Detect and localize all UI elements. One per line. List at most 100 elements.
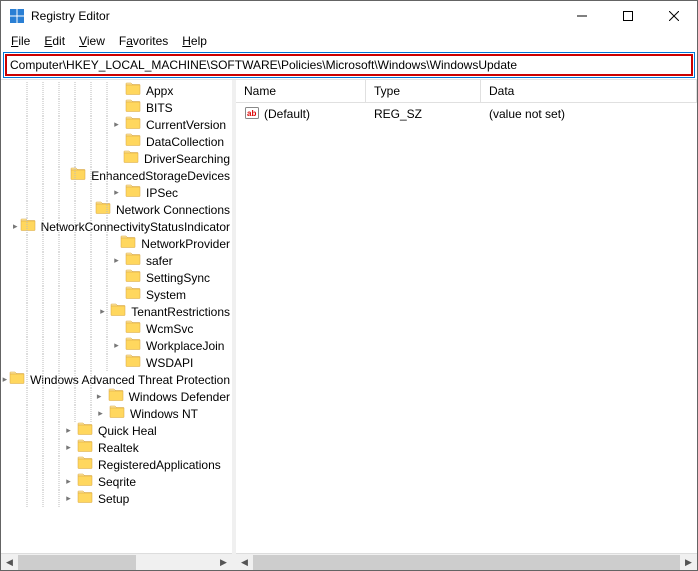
scroll-right-icon[interactable]: ▶ [215,554,232,571]
folder-icon [124,337,144,354]
column-header-data[interactable]: Data [481,80,697,102]
tree-item[interactable]: ▸ Windows Advanced Threat Protection [1,371,232,388]
column-header-name[interactable]: Name [236,80,366,102]
value-data: (value not set) [481,106,697,122]
tree-item[interactable]: ▸ WorkplaceJoin [1,337,232,354]
values-list: ab(Default)REG_SZ(value not set) [236,103,697,553]
folder-icon [124,286,144,303]
tree-item[interactable]: Network Connections [1,201,232,218]
folder-icon [76,439,96,456]
expander-icon[interactable]: ▸ [13,220,18,233]
tree-item[interactable]: ▸Realtek [1,439,232,456]
tree-item-label: System [144,288,188,302]
tree-item[interactable]: ▸Seqrite [1,473,232,490]
tree-item[interactable]: ▸ NetworkConnectivityStatusIndicator [1,218,232,235]
address-input[interactable] [10,58,688,72]
folder-icon [76,456,96,473]
tree-item[interactable]: ▸ safer [1,252,232,269]
tree-item-label: SettingSync [144,271,212,285]
scroll-right-icon[interactable]: ▶ [680,554,697,571]
tree-item[interactable]: RegisteredApplications [1,456,232,473]
tree-item[interactable]: ▸Windows Defender [1,388,232,405]
scroll-track[interactable] [253,554,680,571]
tree-item[interactable]: ▸Setup [1,490,232,507]
svg-text:ab: ab [247,109,256,118]
column-header-type[interactable]: Type [366,80,481,102]
menu-help[interactable]: Help [176,32,213,50]
expander-icon[interactable]: ▸ [62,441,75,454]
scroll-left-icon[interactable]: ◀ [236,554,253,571]
menu-view[interactable]: View [73,32,111,50]
tree-item[interactable]: ▸ TenantRestrictions [1,303,232,320]
expander-icon[interactable]: ▸ [62,492,75,505]
expander-icon[interactable]: ▸ [110,186,123,199]
expander-icon[interactable]: ▸ [62,424,75,437]
registry-tree: AppxBITS ▸ CurrentVersionDataCollection Dri… [1,80,232,509]
tree-item-label: RegisteredApplications [96,458,223,472]
tree-item-label: Windows Advanced Threat Protection [28,373,232,387]
folder-icon [107,388,127,405]
menu-favorites[interactable]: Favorites [113,32,174,50]
expander-icon[interactable]: ▸ [110,339,123,352]
folder-icon [76,473,96,490]
folder-icon [124,320,144,337]
tree-item[interactable]: DataCollection [1,133,232,150]
tree-item[interactable]: ▸ CurrentVersion [1,116,232,133]
tree-item[interactable]: SettingSync [1,269,232,286]
tree-item-label: CurrentVersion [144,118,228,132]
folder-icon [94,201,114,218]
menu-edit[interactable]: Edit [38,32,71,50]
tree-scroll-area[interactable]: AppxBITS ▸ CurrentVersionDataCollection Dri… [1,80,232,553]
minimize-button[interactable] [559,1,605,31]
tree-item[interactable]: DriverSearching [1,150,232,167]
tree-item-label: NetworkConnectivityStatusIndicator [39,220,232,234]
tree-item-label: DriverSearching [142,152,232,166]
folder-icon [124,252,144,269]
tree-item[interactable]: WcmSvc [1,320,232,337]
folder-icon [124,82,144,99]
expander-icon[interactable]: ▸ [93,390,106,403]
tree-item[interactable]: ▸IPSec [1,184,232,201]
expander-icon[interactable]: ▸ [62,475,75,488]
tree-item[interactable]: ▸ Windows NT [1,405,232,422]
scroll-thumb[interactable] [18,555,136,570]
app-icon [9,8,25,24]
workspace: AppxBITS ▸ CurrentVersionDataCollection Dri… [1,79,697,570]
tree-item[interactable]: BITS [1,99,232,116]
folder-icon [124,133,144,150]
tree-item-label: WcmSvc [144,322,195,336]
expander-icon[interactable]: ▸ [97,305,108,318]
tree-item[interactable]: EnhancedStorageDevices [1,167,232,184]
tree-item-label: NetworkProvider [139,237,232,251]
scroll-thumb[interactable] [253,555,680,570]
tree-item-label: WorkplaceJoin [144,339,226,353]
folder-icon [8,371,28,388]
expander-icon[interactable]: ▸ [110,254,123,267]
tree-item-label: safer [144,254,175,268]
maximize-button[interactable] [605,1,651,31]
values-horizontal-scrollbar[interactable]: ◀ ▶ [236,553,697,570]
tree-item[interactable]: NetworkProvider [1,235,232,252]
tree-item[interactable]: ▸Quick Heal [1,422,232,439]
close-button[interactable] [651,1,697,31]
scroll-track[interactable] [18,554,215,571]
tree-item-label: Windows NT [128,407,200,421]
title-bar: Registry Editor [1,1,697,31]
tree-item[interactable]: System [1,286,232,303]
tree-horizontal-scrollbar[interactable]: ◀ ▶ [1,553,232,570]
folder-icon [124,354,144,371]
expander-icon[interactable]: ▸ [94,407,107,420]
folder-icon [124,116,144,133]
tree-item[interactable]: WSDAPI [1,354,232,371]
menu-file[interactable]: File [5,32,36,50]
tree-item[interactable]: Appx [1,82,232,99]
expander-icon[interactable]: ▸ [110,118,123,131]
scroll-left-icon[interactable]: ◀ [1,554,18,571]
tree-item-label: TenantRestrictions [129,305,232,319]
value-row[interactable]: ab(Default)REG_SZ(value not set) [236,105,697,123]
column-headers: Name Type Data [236,80,697,103]
folder-icon [108,405,128,422]
expander-icon[interactable]: ▸ [3,373,8,386]
window-controls [559,1,697,31]
value-name: (Default) [264,107,310,121]
